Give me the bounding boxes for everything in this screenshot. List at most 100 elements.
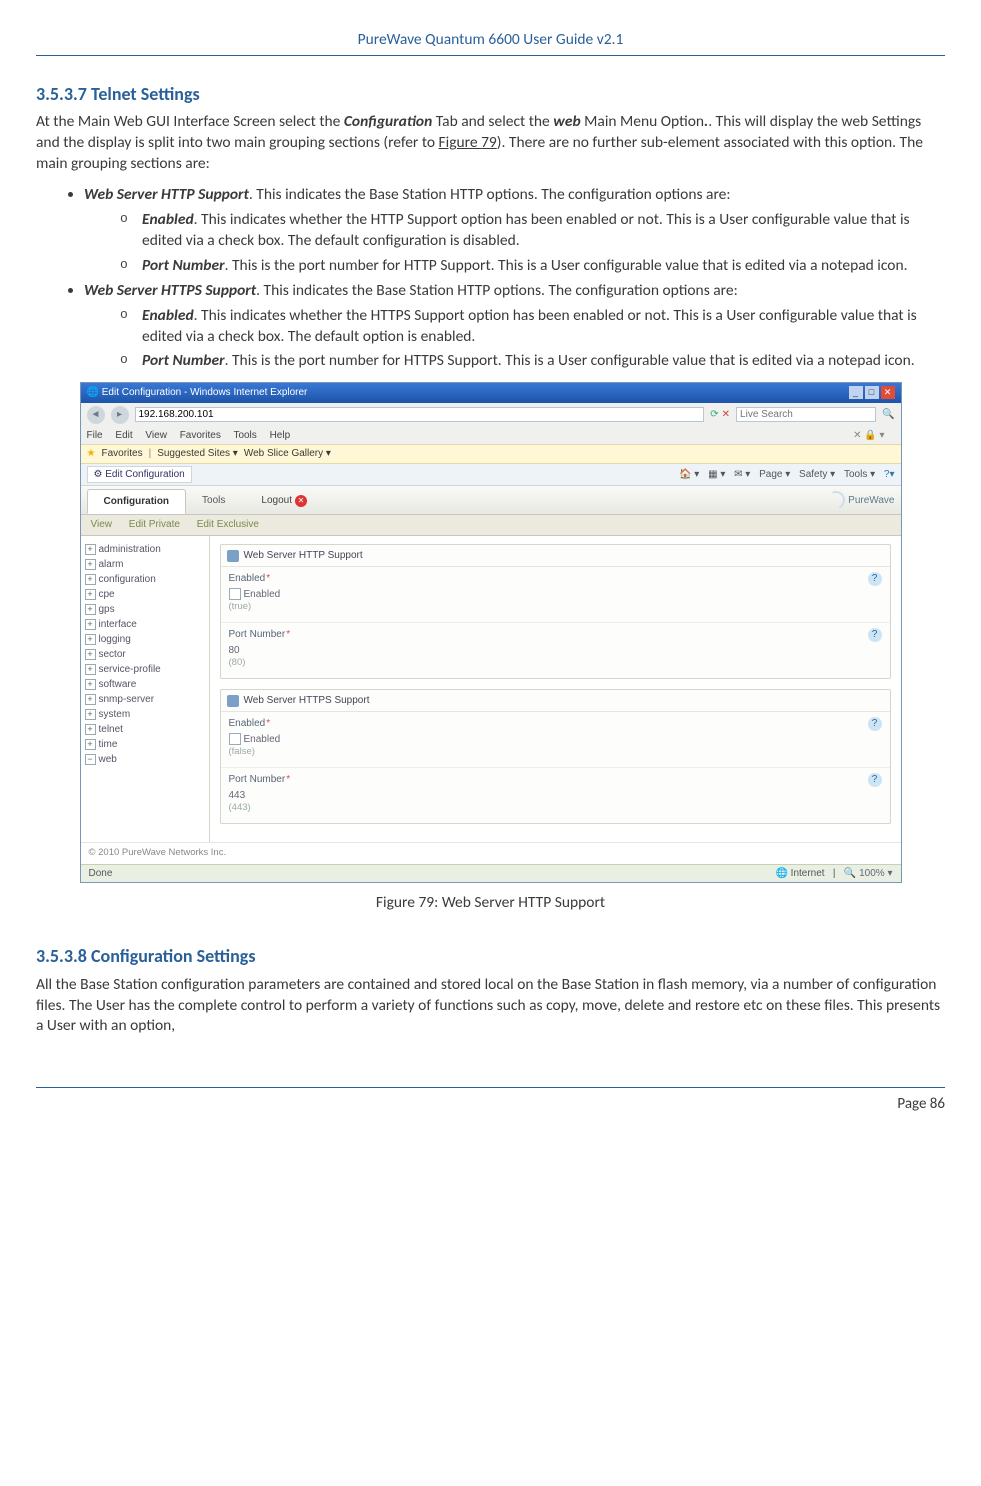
- page-menu[interactable]: Page ▾: [759, 469, 790, 480]
- tree-item-telnet[interactable]: +telnet: [85, 722, 205, 737]
- checkbox-label: Enabled: [244, 589, 281, 600]
- help-icon[interactable]: ?: [868, 717, 882, 731]
- tools-menu[interactable]: Tools ▾: [844, 469, 875, 480]
- menu-file[interactable]: File: [87, 430, 103, 441]
- field-https-port: ? Port Number* 443 (443): [221, 768, 890, 823]
- expand-icon[interactable]: +: [85, 574, 96, 585]
- nav-forward-button[interactable]: ▸: [111, 406, 129, 424]
- tree-item-web[interactable]: −web: [85, 752, 205, 767]
- refresh-icon[interactable]: ⟳: [710, 408, 718, 422]
- collapse-icon[interactable]: −: [85, 754, 96, 765]
- http-sublist: Enabled. This indicates whether the HTTP…: [84, 210, 945, 277]
- expand-icon[interactable]: +: [85, 739, 96, 750]
- menu-help[interactable]: Help: [270, 430, 291, 441]
- field-http-enabled: ? Enabled* Enabled (true): [221, 567, 890, 623]
- web-slice-gallery[interactable]: Web Slice Gallery ▾: [244, 447, 331, 461]
- expand-icon[interactable]: +: [85, 544, 96, 555]
- stop-icon[interactable]: ✕: [722, 408, 730, 422]
- panel-title-text: Web Server HTTP Support: [244, 549, 363, 563]
- subtab-edit-private[interactable]: Edit Private: [129, 519, 180, 530]
- close-button[interactable]: ✕: [881, 386, 895, 399]
- maximize-button[interactable]: □: [865, 386, 879, 399]
- enabled-checkbox[interactable]: [229, 588, 241, 600]
- tab-configuration[interactable]: Configuration: [87, 489, 187, 515]
- purewave-logo: PureWave: [827, 491, 894, 509]
- emph-web: web: [553, 112, 580, 131]
- menu-tools[interactable]: Tools: [233, 430, 256, 441]
- panel-http-support: Web Server HTTP Support ? Enabled* Enabl…: [220, 544, 891, 679]
- tree-item-sector[interactable]: +sector: [85, 647, 205, 662]
- text: . This is the port number for HTTP Suppo…: [225, 256, 908, 275]
- mail-icon[interactable]: ✉ ▾: [734, 469, 750, 480]
- section-3-5-3-8-heading: 3.5.3.8 Configuration Settings: [36, 944, 945, 968]
- tree-item-logging[interactable]: +logging: [85, 632, 205, 647]
- http-port-item: Port Number. This is the port number for…: [120, 256, 945, 277]
- tree-item-service-profile[interactable]: +service-profile: [85, 662, 205, 677]
- favorites-star-icon[interactable]: ★: [87, 447, 96, 461]
- nav-tree: +administration +alarm +configuration +c…: [81, 536, 210, 842]
- help-icon[interactable]: ?: [868, 572, 882, 586]
- help-icon[interactable]: ?: [868, 628, 882, 642]
- field-value[interactable]: 80: [229, 644, 882, 658]
- expand-icon[interactable]: +: [85, 664, 96, 675]
- expand-icon[interactable]: +: [85, 634, 96, 645]
- help-icon[interactable]: ?: [868, 773, 882, 787]
- browser-tab[interactable]: ⚙ Edit Configuration: [87, 466, 192, 484]
- text: . This indicates the Base Station HTTP o…: [256, 281, 738, 300]
- expand-icon[interactable]: +: [85, 604, 96, 615]
- tree-item-software[interactable]: +software: [85, 677, 205, 692]
- tree-item-time[interactable]: +time: [85, 737, 205, 752]
- tab-tools[interactable]: Tools: [186, 489, 241, 513]
- label: Enabled: [142, 306, 194, 325]
- panel-icon: [227, 695, 239, 707]
- help-icon[interactable]: ?▾: [884, 469, 895, 480]
- field-label: Port Number*: [229, 628, 882, 642]
- search-input[interactable]: [736, 407, 876, 422]
- logout-button[interactable]: Logout✕: [261, 494, 307, 508]
- expand-icon[interactable]: +: [85, 559, 96, 570]
- subtab-edit-exclusive[interactable]: Edit Exclusive: [197, 519, 259, 530]
- field-hint: (false): [229, 746, 882, 759]
- internet-zone-icon: 🌐: [775, 868, 787, 879]
- expand-icon[interactable]: +: [85, 709, 96, 720]
- expand-icon[interactable]: +: [85, 589, 96, 600]
- home-icon[interactable]: 🏠 ▾: [679, 469, 699, 480]
- subtab-view[interactable]: View: [91, 519, 113, 530]
- tree-item-interface[interactable]: +interface: [85, 617, 205, 632]
- expand-icon[interactable]: +: [85, 679, 96, 690]
- internet-zone-label: Internet: [791, 868, 825, 879]
- https-enabled-item: Enabled. This indicates whether the HTTP…: [120, 306, 945, 348]
- field-value[interactable]: 443: [229, 789, 882, 803]
- section-3-5-3-7-heading: 3.5.3.7 Telnet Settings: [36, 82, 945, 106]
- tree-item-system[interactable]: +system: [85, 707, 205, 722]
- feeds-icon[interactable]: ▦ ▾: [708, 469, 725, 480]
- panel-title-text: Web Server HTTPS Support: [244, 694, 370, 708]
- menu-edit[interactable]: Edit: [115, 430, 132, 441]
- expand-icon[interactable]: +: [85, 724, 96, 735]
- expand-icon[interactable]: +: [85, 694, 96, 705]
- tree-item-snmp-server[interactable]: +snmp-server: [85, 692, 205, 707]
- zoom-control[interactable]: 🔍 100% ▾: [844, 868, 893, 879]
- tree-item-alarm[interactable]: +alarm: [85, 557, 205, 572]
- safety-menu[interactable]: Safety ▾: [799, 469, 835, 480]
- expand-icon[interactable]: +: [85, 619, 96, 630]
- intro-paragraph: At the Main Web GUI Interface Screen sel…: [36, 112, 945, 175]
- nav-back-button[interactable]: ◄: [87, 406, 105, 424]
- menu-favorites[interactable]: Favorites: [180, 430, 221, 441]
- tree-item-administration[interactable]: +administration: [85, 542, 205, 557]
- tree-item-cpe[interactable]: +cpe: [85, 587, 205, 602]
- suggested-sites[interactable]: Suggested Sites ▾: [157, 447, 238, 461]
- minimize-button[interactable]: _: [849, 386, 863, 399]
- enabled-checkbox[interactable]: [229, 733, 241, 745]
- tree-item-gps[interactable]: +gps: [85, 602, 205, 617]
- tree-item-configuration[interactable]: +configuration: [85, 572, 205, 587]
- app-sub-tabs: View Edit Private Edit Exclusive: [81, 515, 901, 536]
- search-go-icon[interactable]: 🔍: [882, 408, 894, 422]
- url-input[interactable]: [135, 407, 705, 422]
- field-https-enabled: ? Enabled* Enabled (false): [221, 712, 890, 768]
- doc-header: PureWave Quantum 6600 User Guide v2.1: [36, 30, 945, 56]
- work-area: +administration +alarm +configuration +c…: [81, 536, 901, 842]
- figure-ref-link[interactable]: Figure 79: [439, 133, 497, 152]
- menu-view[interactable]: View: [145, 430, 167, 441]
- expand-icon[interactable]: +: [85, 649, 96, 660]
